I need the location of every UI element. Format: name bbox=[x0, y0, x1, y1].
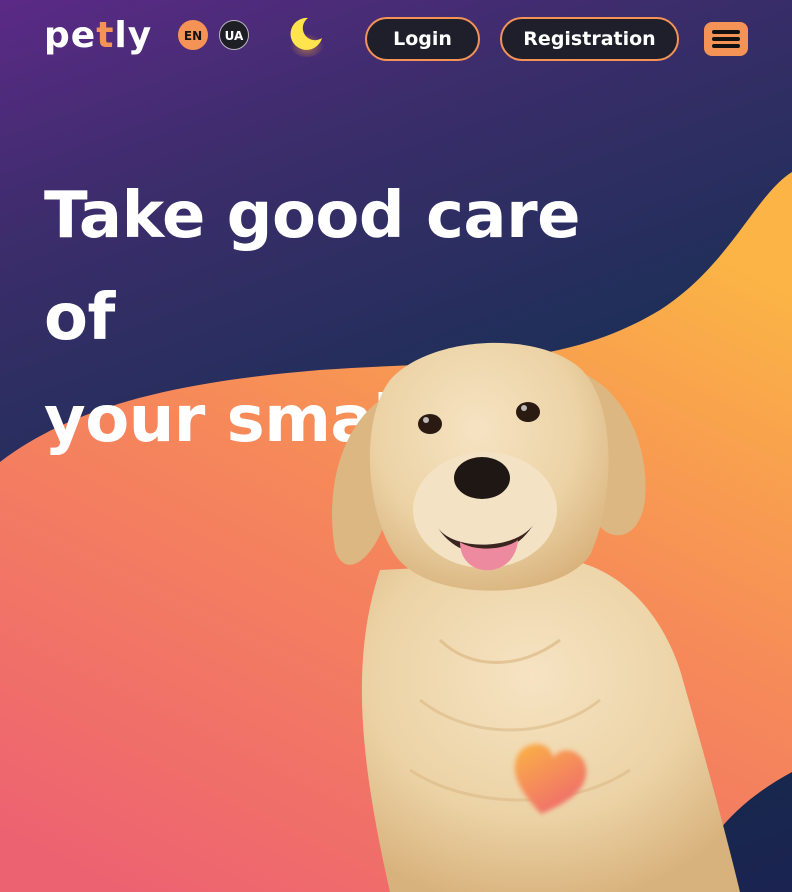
page: petly EN UA Login Registration Take good… bbox=[0, 0, 792, 892]
login-button[interactable]: Login bbox=[365, 17, 480, 61]
menu-button[interactable] bbox=[704, 22, 748, 56]
hamburger-line bbox=[712, 30, 740, 34]
logo-accent-letter: t bbox=[96, 15, 115, 56]
language-ua-button[interactable]: UA bbox=[219, 20, 249, 50]
hamburger-line bbox=[712, 44, 740, 48]
language-en-button[interactable]: EN bbox=[178, 20, 208, 50]
theme-toggle-button[interactable] bbox=[286, 14, 326, 60]
moon-icon bbox=[290, 17, 324, 57]
logo-suffix: ly bbox=[114, 15, 153, 56]
registration-button[interactable]: Registration bbox=[500, 17, 679, 61]
hero-title-line-1: Take good care of bbox=[44, 179, 581, 355]
site-header: petly EN UA Login Registration bbox=[0, 0, 792, 80]
logo-prefix: pe bbox=[44, 15, 97, 56]
dog-image bbox=[332, 342, 740, 892]
petly-logo[interactable]: petly bbox=[44, 14, 152, 58]
hamburger-line bbox=[712, 37, 740, 41]
